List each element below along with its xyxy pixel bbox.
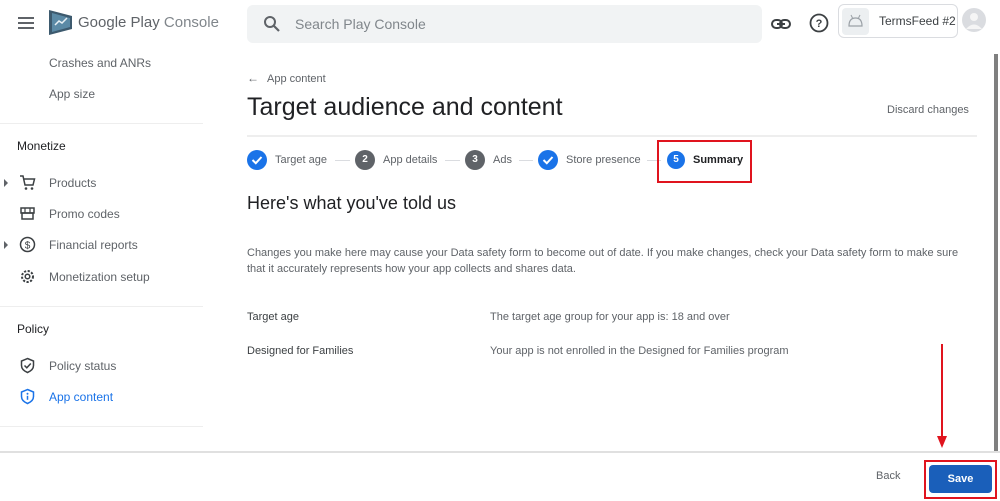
app-name: TermsFeed #2 <box>879 14 956 28</box>
top-bar: Google Play Console ? TermsFeed #2 <box>0 0 1000 48</box>
step-label: Ads <box>493 154 512 166</box>
sidebar-item-policy-status[interactable]: Policy status <box>0 351 203 381</box>
back-button[interactable]: Back <box>876 470 900 482</box>
summary-row-label: Target age <box>247 311 299 323</box>
shield-check-icon <box>20 357 35 374</box>
step-connector <box>445 160 460 161</box>
app-selector[interactable]: TermsFeed #2 <box>838 4 958 38</box>
annotation-highlight-save <box>924 460 997 499</box>
menu-icon[interactable] <box>17 14 37 34</box>
sidebar-item-label: App size <box>49 87 96 101</box>
gear-icon <box>21 270 34 283</box>
sidebar-item-promo-codes[interactable]: Promo codes <box>0 199 203 229</box>
brand-name[interactable]: Google Play Console <box>78 14 219 31</box>
sidebar-item-label: Monetization setup <box>49 270 150 284</box>
brand-secondary: Console <box>163 14 219 31</box>
avatar[interactable] <box>962 8 986 32</box>
step-connector <box>519 160 533 161</box>
sidebar-item-label: Policy status <box>49 359 117 373</box>
scrollbar[interactable] <box>994 54 998 451</box>
cart-icon <box>20 175 36 190</box>
sidebar-divider <box>0 123 203 124</box>
sidebar-divider <box>0 306 203 307</box>
data-safety-note: Changes you make here may cause your Dat… <box>247 247 959 275</box>
check-icon <box>247 150 267 170</box>
link-icon[interactable] <box>770 13 792 35</box>
back-link-label: App content <box>267 73 326 85</box>
sidebar-section-policy: Policy <box>17 322 50 336</box>
annotation-arrow-icon <box>937 344 947 448</box>
help-icon[interactable]: ? <box>808 12 830 34</box>
check-icon <box>538 150 558 170</box>
expand-caret-icon[interactable] <box>4 241 8 249</box>
svg-text:?: ? <box>816 18 823 30</box>
annotation-highlight-summary <box>657 140 752 183</box>
shield-info-icon <box>20 388 35 405</box>
sidebar-item-label: Crashes and ANRs <box>49 56 152 70</box>
sidebar-item-financial-reports[interactable]: $ Financial reports <box>0 230 203 260</box>
svg-text:$: $ <box>25 241 31 252</box>
store-icon <box>20 207 35 220</box>
sidebar-item-monetization-setup[interactable]: Monetization setup <box>0 262 203 292</box>
main-content: ← App content Target audience and content… <box>203 48 978 453</box>
sidebar-item-products[interactable]: Products <box>0 168 203 198</box>
android-icon <box>848 14 863 27</box>
footer-bar: Back Save <box>0 451 1000 501</box>
avatar-icon <box>966 13 982 29</box>
summary-row-value: The target age group for your app is: 18… <box>490 311 730 323</box>
expand-caret-icon[interactable] <box>4 179 8 187</box>
step-connector <box>335 160 350 161</box>
sidebar-item-app-content[interactable]: App content <box>0 382 203 412</box>
dollar-icon: $ <box>19 236 36 253</box>
play-console-logo-icon <box>49 10 72 35</box>
step-number: 2 <box>355 150 375 170</box>
sidebar-item-label: Financial reports <box>49 238 138 252</box>
back-to-app-content-link[interactable]: ← App content <box>247 71 326 85</box>
summary-row-label: Designed for Families <box>247 345 354 357</box>
summary-row-value: Your app is not enrolled in the Designed… <box>490 345 789 357</box>
arrow-left-icon: ← <box>247 71 259 85</box>
sidebar-section-monetize: Monetize <box>17 139 66 153</box>
page-title: Target audience and content <box>247 93 563 121</box>
sidebar-item-label: Promo codes <box>49 207 120 221</box>
step-label: Store presence <box>566 154 641 166</box>
step-label: App details <box>383 154 438 166</box>
step-label: Target age <box>275 154 327 166</box>
search-input[interactable] <box>295 5 745 43</box>
sidebar-item-label: App content <box>49 390 114 404</box>
search-icon <box>264 16 280 32</box>
brand-primary: Google Play <box>78 14 160 31</box>
section-title: Here's what you've told us <box>247 193 456 213</box>
sidebar-item-crashes[interactable]: Crashes and ANRs <box>0 48 203 78</box>
title-divider <box>247 135 977 137</box>
discard-changes-button[interactable]: Discard changes <box>887 104 969 116</box>
step-number: 3 <box>465 150 485 170</box>
sidebar-item-app-size[interactable]: App size <box>0 79 203 109</box>
sidebar: Crashes and ANRs App size Monetize Produ… <box>0 48 203 453</box>
sidebar-divider <box>0 426 203 427</box>
app-thumbnail <box>842 8 869 35</box>
search-bar[interactable] <box>247 5 762 43</box>
sidebar-item-label: Products <box>49 176 97 190</box>
